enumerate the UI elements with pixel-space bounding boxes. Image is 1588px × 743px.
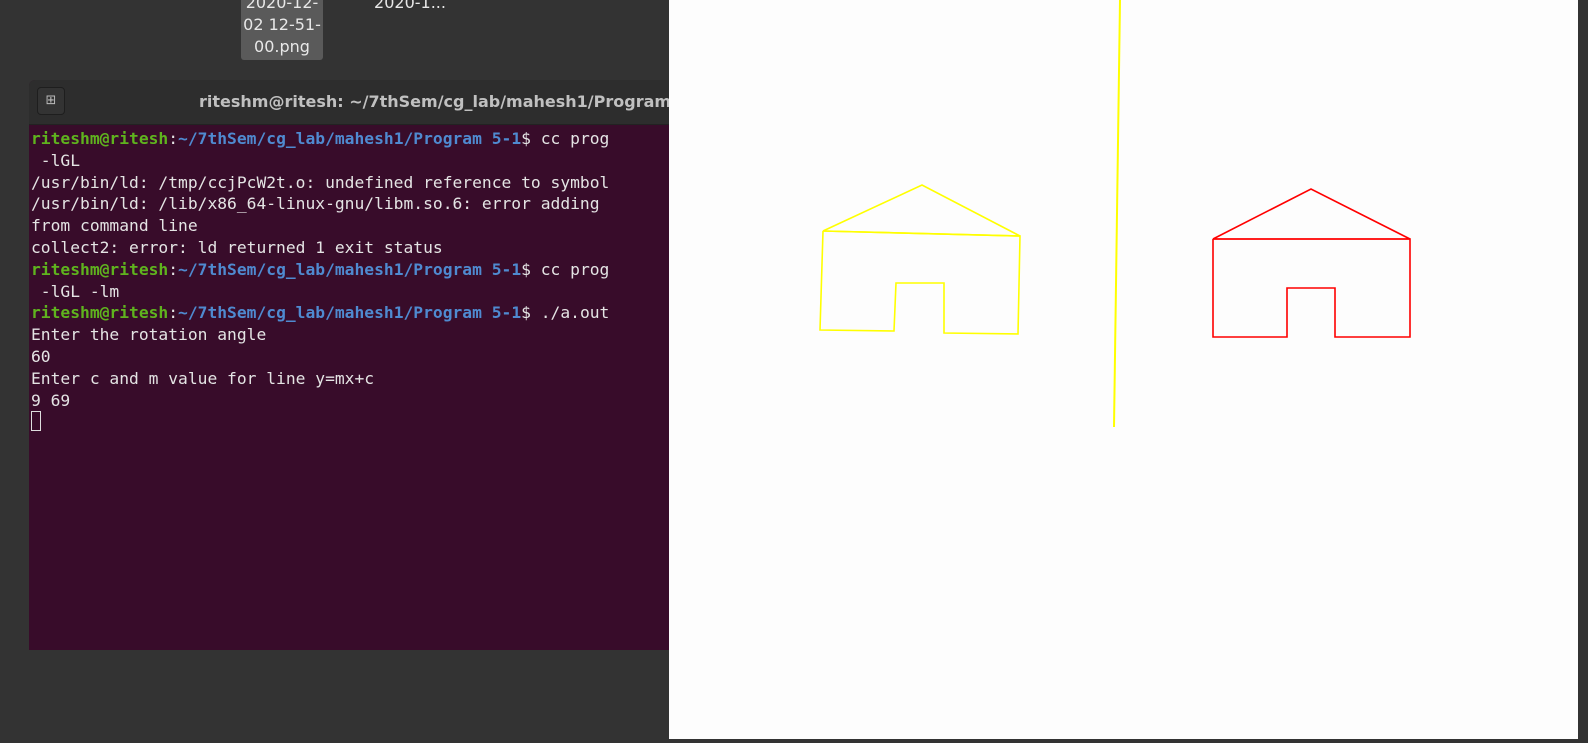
prompt-separator: : xyxy=(168,129,179,148)
prompt-path: ~/7thSem/cg_lab/mahesh1/Program 5-1 xyxy=(178,129,522,148)
terminal-line: -lGL xyxy=(31,150,81,170)
opengl-canvas xyxy=(669,0,1578,739)
terminal-line: 60 xyxy=(31,346,51,366)
desktop-file-icon[interactable]: 2020-1... xyxy=(360,0,460,14)
original-house-body xyxy=(1212,238,1411,338)
prompt-cmd: $ cc prog xyxy=(521,129,610,148)
mirror-line xyxy=(1113,0,1121,428)
terminal-window[interactable]: ⊞ riteshm@ritesh: ~/7thSem/cg_lab/mahesh… xyxy=(29,80,689,650)
prompt-user: riteshm@ritesh xyxy=(31,129,169,148)
terminal-line: /usr/bin/ld: /lib/x86_64-linux-gnu/libm.… xyxy=(31,194,600,214)
cursor-line xyxy=(31,411,689,433)
file-label: 02 12-51- xyxy=(243,15,321,34)
prompt-user: riteshm@ritesh xyxy=(31,259,169,279)
title-bar[interactable]: ⊞ riteshm@ritesh: ~/7thSem/cg_lab/mahesh… xyxy=(29,80,689,125)
original-house-roof xyxy=(1212,188,1411,240)
reflected-house-body xyxy=(819,230,1021,335)
prompt-path: ~/7thSem/cg_lab/mahesh1/Program 5-1 xyxy=(178,259,522,279)
prompt-user: riteshm@ritesh xyxy=(31,303,169,323)
window-title: riteshm@ritesh: ~/7thSem/cg_lab/mahesh1/… xyxy=(199,92,689,111)
terminal-line: Enter c and m value for line y=mx+c xyxy=(31,368,375,388)
terminal-line: riteshm@ritesh:~/7thSem/cg_lab/mahesh1/P… xyxy=(31,259,689,281)
terminal-line: -lGL -lm xyxy=(31,281,120,301)
terminal-line: riteshm@ritesh:~/7thSem/cg_lab/mahesh1/P… xyxy=(31,302,689,324)
file-label: 2020-1... xyxy=(374,0,446,12)
file-label: 00.png xyxy=(254,37,310,56)
terminal-line: /usr/bin/ld: /tmp/ccjPcW2t.o: undefined … xyxy=(31,172,610,192)
terminal-output[interactable]: riteshm@ritesh:~/7thSem/cg_lab/mahesh1/P… xyxy=(29,125,689,433)
terminal-line: from command line xyxy=(31,216,198,236)
desktop-file-icon[interactable]: 2020-12- 02 12-51- 00.png xyxy=(241,0,323,60)
terminal-line: Enter the rotation angle xyxy=(31,325,267,345)
terminal-line: 9 69 xyxy=(31,390,71,410)
file-label: 2020-12- xyxy=(245,0,319,12)
prompt-cmd: $ ./a.out xyxy=(521,303,610,323)
prompt-separator: : xyxy=(168,259,179,279)
prompt-cmd: $ cc prog xyxy=(521,259,610,279)
prompt-separator: : xyxy=(168,303,179,323)
cursor xyxy=(31,411,41,432)
prompt-path: ~/7thSem/cg_lab/mahesh1/Program 5-1 xyxy=(178,303,522,323)
drawing xyxy=(819,0,1411,428)
new-tab-icon[interactable]: ⊞ xyxy=(37,87,65,115)
terminal-line: collect2: error: ld returned 1 exit stat… xyxy=(31,237,443,257)
terminal-line: riteshm@ritesh:~/7thSem/cg_lab/mahesh1/P… xyxy=(31,128,689,150)
reflected-house-roof xyxy=(822,184,1021,237)
